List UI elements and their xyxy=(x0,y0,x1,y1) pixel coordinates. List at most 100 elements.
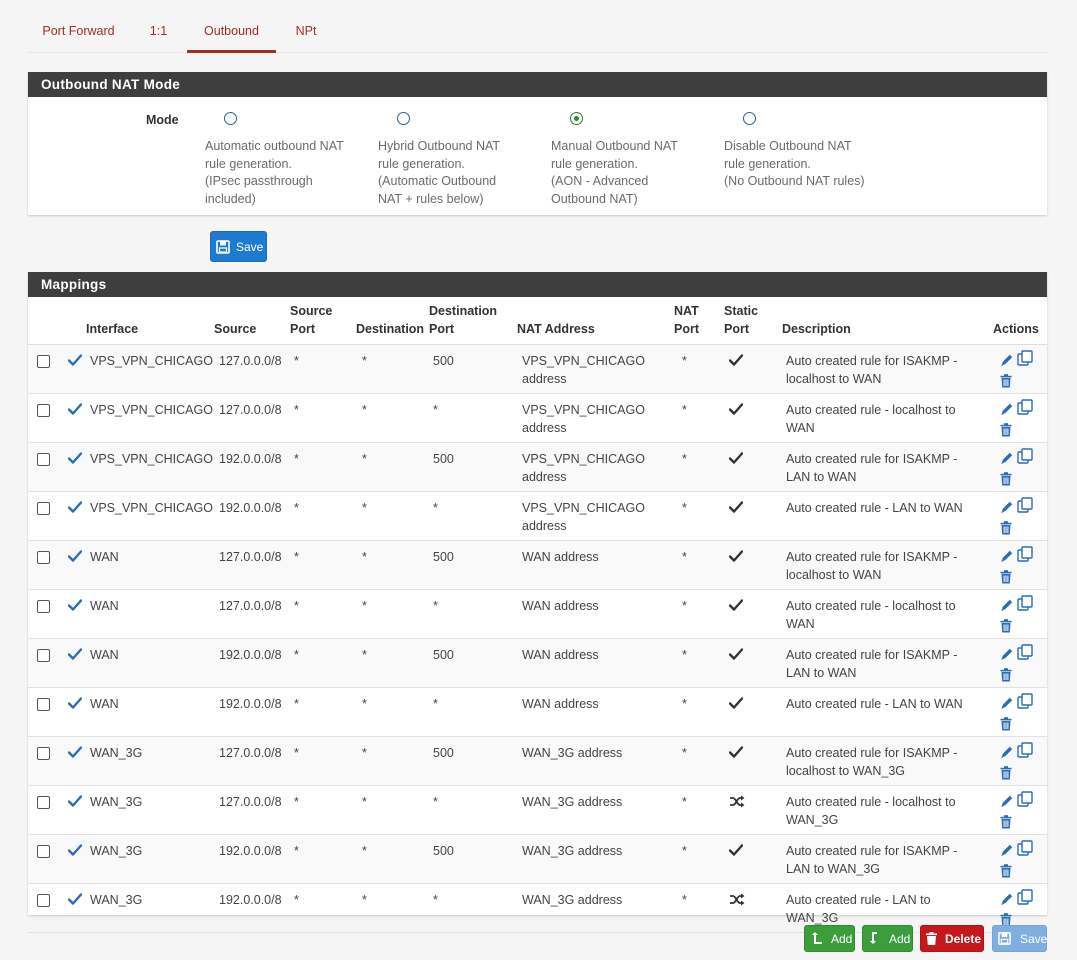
add-top-button[interactable]: Add xyxy=(804,925,855,952)
col-source[interactable]: Source xyxy=(214,297,290,345)
col-description[interactable]: Description xyxy=(782,297,993,345)
tab-npt[interactable]: NPt xyxy=(285,0,327,53)
copy-icon[interactable] xyxy=(1017,644,1033,667)
row-select-checkbox[interactable] xyxy=(37,502,50,515)
col-destination-port[interactable]: Destination Port xyxy=(429,297,517,345)
enabled-check-icon[interactable] xyxy=(67,746,83,764)
enabled-check-icon[interactable] xyxy=(67,893,83,911)
mode-save-button[interactable]: Save xyxy=(210,231,267,262)
tab-one-to-one[interactable]: 1:1 xyxy=(136,0,181,53)
edit-pencil-icon[interactable] xyxy=(1000,843,1014,863)
select-cell xyxy=(28,687,62,737)
edit-pencil-icon[interactable] xyxy=(1000,892,1014,912)
copy-icon[interactable] xyxy=(1017,399,1033,422)
enabled-check-icon[interactable] xyxy=(67,648,83,666)
row-select-checkbox[interactable] xyxy=(37,747,50,760)
table-row[interactable]: WAN 127.0.0.0/8 * * 500 WAN address * Auto crea… xyxy=(28,540,1047,590)
delete-trash-icon[interactable] xyxy=(1000,520,1012,541)
edit-pencil-icon[interactable] xyxy=(1000,500,1014,520)
mappings-save-button[interactable]: Save xyxy=(992,925,1047,952)
row-select-checkbox[interactable] xyxy=(37,355,50,368)
delete-trash-icon[interactable] xyxy=(1000,471,1012,492)
copy-icon[interactable] xyxy=(1017,595,1033,618)
edit-pencil-icon[interactable] xyxy=(1000,647,1014,667)
copy-icon[interactable] xyxy=(1017,693,1033,716)
nat-port-cell: * xyxy=(674,442,724,492)
table-row[interactable]: WAN_3G 127.0.0.0/8 * * * WAN_3G address * Auto … xyxy=(28,785,1047,835)
copy-icon[interactable] xyxy=(1017,546,1033,569)
edit-pencil-icon[interactable] xyxy=(1000,402,1014,422)
row-select-checkbox[interactable] xyxy=(37,600,50,613)
row-select-checkbox[interactable] xyxy=(37,845,50,858)
tab-outbound[interactable]: Outbound xyxy=(187,0,276,53)
row-select-checkbox[interactable] xyxy=(37,894,50,907)
mode-radio-2[interactable] xyxy=(570,112,583,125)
edit-pencil-icon[interactable] xyxy=(1000,794,1014,814)
delete-button[interactable]: Delete xyxy=(920,925,984,952)
table-row[interactable]: WAN_3G 127.0.0.0/8 * * 500 WAN_3G address * Aut… xyxy=(28,736,1047,786)
enabled-check-icon[interactable] xyxy=(67,697,83,715)
enabled-check-icon[interactable] xyxy=(67,844,83,862)
table-row[interactable]: WAN_3G 192.0.0.0/8 * * 500 WAN_3G address * Aut… xyxy=(28,834,1047,884)
col-destination[interactable]: Destination xyxy=(356,297,429,345)
row-select-checkbox[interactable] xyxy=(37,453,50,466)
description-cell: Auto created rule for ISAKMP - localhost… xyxy=(782,736,993,786)
copy-icon[interactable] xyxy=(1017,889,1033,912)
copy-icon[interactable] xyxy=(1017,497,1033,520)
delete-trash-icon[interactable] xyxy=(1000,618,1012,639)
delete-trash-icon[interactable] xyxy=(1000,422,1012,443)
mode-option-line: rule generation. xyxy=(205,156,292,171)
tab-port-forward[interactable]: Port Forward xyxy=(28,0,129,53)
delete-trash-icon[interactable] xyxy=(1000,373,1012,394)
enabled-check-icon[interactable] xyxy=(67,599,83,617)
enabled-check-icon[interactable] xyxy=(67,795,83,813)
edit-pencil-icon[interactable] xyxy=(1000,598,1014,618)
mode-radio-0[interactable] xyxy=(224,112,237,125)
col-nat-address[interactable]: NAT Address xyxy=(517,297,674,345)
table-row[interactable]: VPS_VPN_CHICAGO 192.0.0.0/8 * * * VPS_VPN_CHI… xyxy=(28,491,1047,541)
table-row[interactable]: WAN 127.0.0.0/8 * * * WAN address * Auto create… xyxy=(28,589,1047,639)
table-row[interactable]: VPS_VPN_CHICAGO 127.0.0.0/8 * * 500 VPS_VPN_C… xyxy=(28,344,1047,394)
actions-cell xyxy=(993,687,1047,737)
actions-cell xyxy=(993,393,1047,443)
mode-radio-1[interactable] xyxy=(397,112,410,125)
delete-trash-icon[interactable] xyxy=(1000,814,1012,835)
delete-trash-icon[interactable] xyxy=(1000,716,1012,737)
row-select-checkbox[interactable] xyxy=(37,796,50,809)
enabled-check-icon[interactable] xyxy=(67,501,83,519)
enabled-check-icon[interactable] xyxy=(67,452,83,470)
copy-icon[interactable] xyxy=(1017,350,1033,373)
delete-trash-icon[interactable] xyxy=(1000,667,1012,688)
mode-option-line: Disable Outbound NAT xyxy=(724,139,852,153)
col-source-port[interactable]: Source Port xyxy=(290,297,356,345)
copy-icon[interactable] xyxy=(1017,791,1033,814)
enabled-check-icon[interactable] xyxy=(67,403,83,421)
copy-icon[interactable] xyxy=(1017,840,1033,863)
table-row[interactable]: VPS_VPN_CHICAGO 192.0.0.0/8 * * 500 VPS_VPN_C… xyxy=(28,442,1047,492)
col-static-port[interactable]: Static Port xyxy=(724,297,782,345)
mode-option-line: rule generation. xyxy=(724,156,811,171)
enabled-check-icon[interactable] xyxy=(67,354,83,372)
edit-pencil-icon[interactable] xyxy=(1000,549,1014,569)
row-select-checkbox[interactable] xyxy=(37,404,50,417)
edit-pencil-icon[interactable] xyxy=(1000,353,1014,373)
copy-icon[interactable] xyxy=(1017,448,1033,471)
copy-icon[interactable] xyxy=(1017,742,1033,765)
col-interface[interactable]: Interface xyxy=(86,297,214,345)
row-select-checkbox[interactable] xyxy=(37,551,50,564)
edit-pencil-icon[interactable] xyxy=(1000,745,1014,765)
enabled-check-icon[interactable] xyxy=(67,550,83,568)
row-select-checkbox[interactable] xyxy=(37,698,50,711)
delete-trash-icon[interactable] xyxy=(1000,569,1012,590)
table-row[interactable]: WAN 192.0.0.0/8 * * * WAN address * Auto create… xyxy=(28,687,1047,737)
table-row[interactable]: VPS_VPN_CHICAGO 127.0.0.0/8 * * * VPS_VPN_CHI… xyxy=(28,393,1047,443)
edit-pencil-icon[interactable] xyxy=(1000,451,1014,471)
edit-pencil-icon[interactable] xyxy=(1000,696,1014,716)
table-row[interactable]: WAN 192.0.0.0/8 * * 500 WAN address * Auto crea… xyxy=(28,638,1047,688)
add-bottom-button[interactable]: Add xyxy=(862,925,913,952)
delete-trash-icon[interactable] xyxy=(1000,863,1012,884)
col-nat-port[interactable]: NAT Port xyxy=(674,297,724,345)
delete-trash-icon[interactable] xyxy=(1000,765,1012,786)
row-select-checkbox[interactable] xyxy=(37,649,50,662)
mode-radio-3[interactable] xyxy=(743,112,756,125)
